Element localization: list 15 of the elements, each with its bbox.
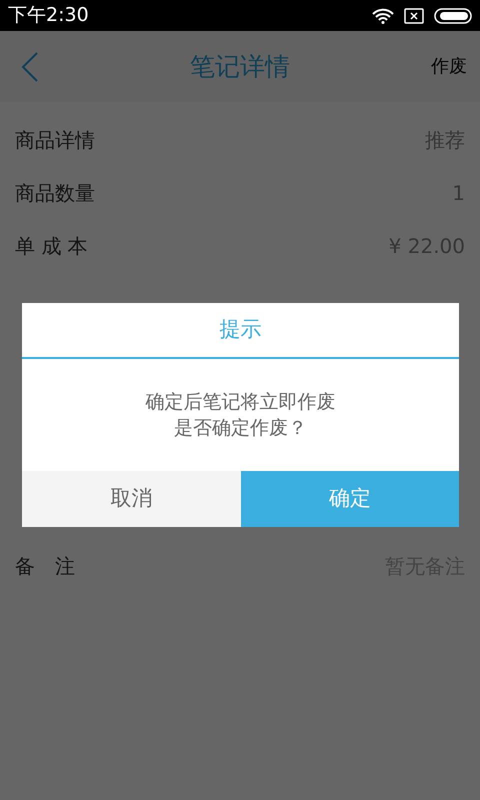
battery-icon	[434, 8, 472, 24]
wifi-icon	[372, 8, 394, 24]
row-label: 商品数量	[15, 180, 95, 206]
void-button[interactable]: 作废	[431, 53, 480, 80]
back-icon	[21, 52, 39, 82]
page-title: 笔记详情	[190, 50, 290, 83]
cancel-button[interactable]: 取消	[22, 471, 240, 527]
row-label: 备 注	[15, 552, 75, 580]
status-time: 下午2:30	[8, 3, 89, 28]
confirm-button[interactable]: 确定	[240, 471, 459, 527]
dialog-title: 提示	[220, 316, 262, 344]
row-label: 商品详情	[15, 126, 95, 154]
dialog-message: 确定后笔记将立即作废 是否确定作废？	[144, 390, 336, 441]
row-label: 单 成 本	[15, 232, 88, 260]
no-sim-icon	[404, 8, 424, 24]
